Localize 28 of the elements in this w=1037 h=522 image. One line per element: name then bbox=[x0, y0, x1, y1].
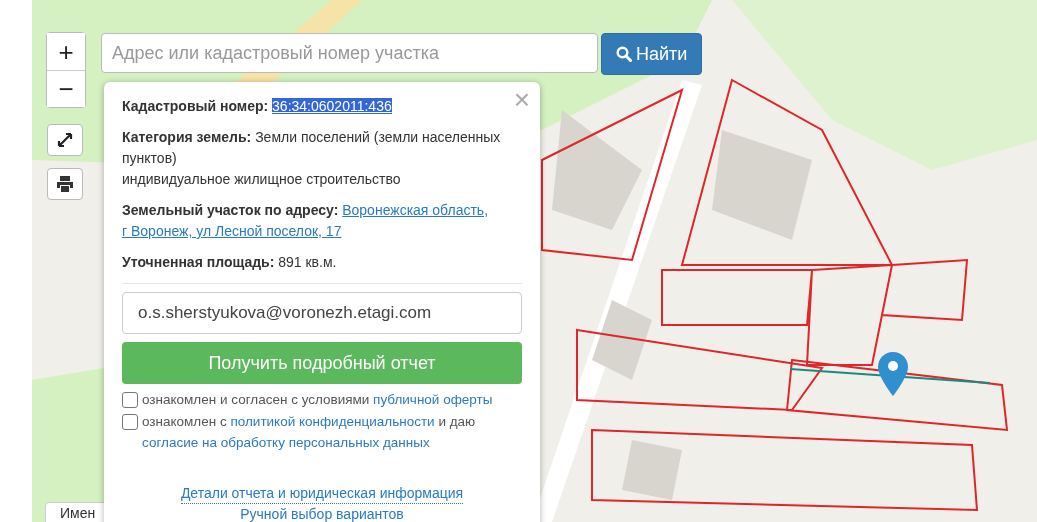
search-icon bbox=[616, 46, 632, 62]
search-field[interactable]: Адрес или кадастровый номер участка bbox=[101, 33, 598, 73]
info-link[interactable]: Детали отчета и юридическая информация bbox=[180, 484, 464, 504]
land-use: индивидуальное жилищное строительство bbox=[122, 170, 402, 189]
address-link[interactable]: Воронежская область, bbox=[342, 202, 489, 218]
search-button[interactable]: Найти bbox=[601, 33, 703, 75]
land-category: Категория земель: Земли поселений (земли населенных пунктов) bbox=[122, 128, 502, 168]
field-label: Кадастровый номер: bbox=[122, 98, 269, 114]
print-button[interactable] bbox=[47, 168, 83, 200]
checkbox[interactable] bbox=[122, 414, 138, 430]
field-label: Земельный участок по адресу: bbox=[122, 202, 339, 218]
cadastral-number: 36:34:0602011:436 bbox=[272, 98, 392, 114]
info-link[interactable]: Ручной выбор вариантов bbox=[240, 505, 404, 522]
report-button[interactable]: Получить подробный отчет bbox=[122, 342, 522, 384]
consent-link[interactable]: политикой конфиденциальности bbox=[230, 414, 435, 429]
consent-link[interactable]: публичной оферты bbox=[373, 392, 493, 407]
expand-icon bbox=[57, 132, 73, 148]
checkbox[interactable] bbox=[122, 392, 138, 408]
consent-link[interactable]: согласие на обработку персональных данных bbox=[142, 435, 430, 450]
consent-text: ознакомлен с политикой конфиденциальности и даю согласие на обработку персональных данных bbox=[142, 413, 477, 452]
email-field[interactable]: o.s.sherstyukova@voronezh.etagi.com bbox=[122, 292, 522, 334]
area-text: Уточненная площадь: 891 кв.м. bbox=[122, 253, 338, 272]
address-link[interactable]: г Воронеж, ул Лесной поселок, 17 bbox=[122, 223, 342, 239]
fullscreen-button[interactable] bbox=[47, 124, 83, 156]
map-pin-icon bbox=[877, 352, 909, 396]
zoom-out-button[interactable]: − bbox=[47, 70, 85, 107]
printer-icon bbox=[56, 176, 74, 192]
consent-text: ознакомлен и согласен с условиями публичной оферты bbox=[142, 391, 493, 409]
